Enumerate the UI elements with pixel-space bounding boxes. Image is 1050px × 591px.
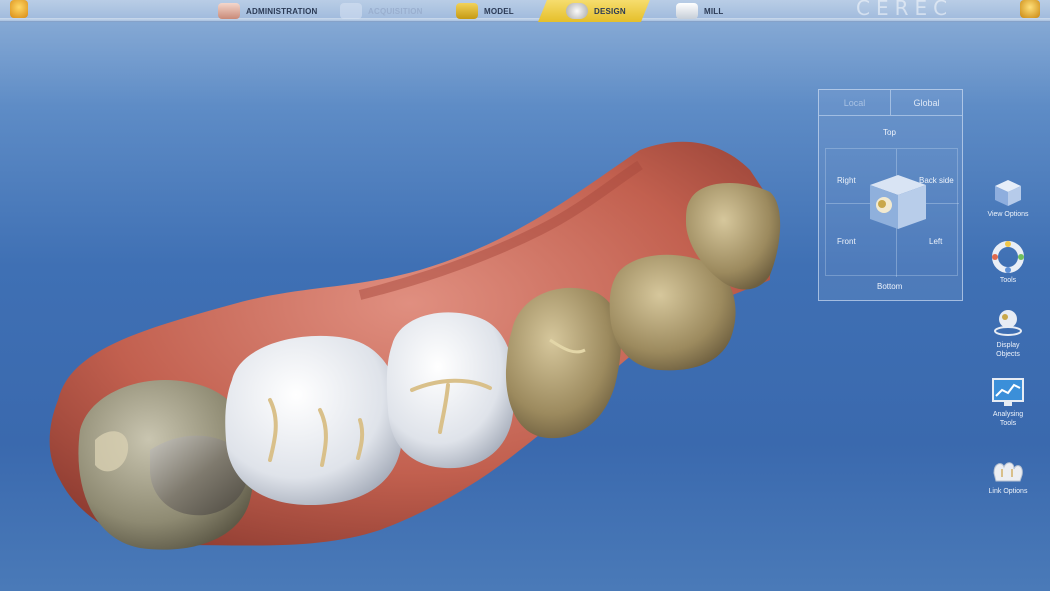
view-panel-tabs: Local Global [819, 90, 962, 116]
view-front-button[interactable]: Front [837, 237, 856, 246]
display-objects-button[interactable]: Display Objects [986, 305, 1030, 359]
view-cube-icon [995, 180, 1021, 206]
link-options-icon [993, 462, 1023, 482]
link-options-label: Link Options [988, 488, 1028, 495]
analysing-tools-icon [992, 378, 1024, 406]
view-back-side-button[interactable]: Back side [919, 176, 954, 185]
tab-global[interactable]: Global [891, 90, 962, 115]
tools-button[interactable]: Tools [986, 240, 1030, 285]
view-top-button[interactable]: Top [883, 128, 896, 137]
analysing-tools-label: Analysing Tools [992, 411, 1024, 427]
display-objects-label: Display Objects [996, 342, 1020, 358]
display-objects-icon [994, 310, 1022, 336]
analysing-tools-button[interactable]: Analysing Tools [986, 376, 1030, 428]
tools-label: Tools [999, 277, 1017, 284]
link-options-button[interactable]: Link Options [986, 455, 1030, 496]
restoration-crown-1 [225, 335, 403, 505]
view-bottom-button[interactable]: Bottom [877, 282, 902, 291]
tools-ring-icon [992, 241, 1024, 273]
view-options-button[interactable]: View Options [986, 178, 1030, 219]
view-right-button[interactable]: Right [837, 176, 856, 185]
view-panel: Local Global Top Right Back side Front L… [818, 89, 963, 301]
tab-local[interactable]: Local [819, 90, 891, 115]
view-options-label: View Options [987, 211, 1029, 218]
view-cube-area [825, 148, 959, 277]
natural-tooth-1 [505, 287, 621, 439]
view-left-button[interactable]: Left [929, 237, 942, 246]
restoration-crown-2 [386, 312, 515, 469]
